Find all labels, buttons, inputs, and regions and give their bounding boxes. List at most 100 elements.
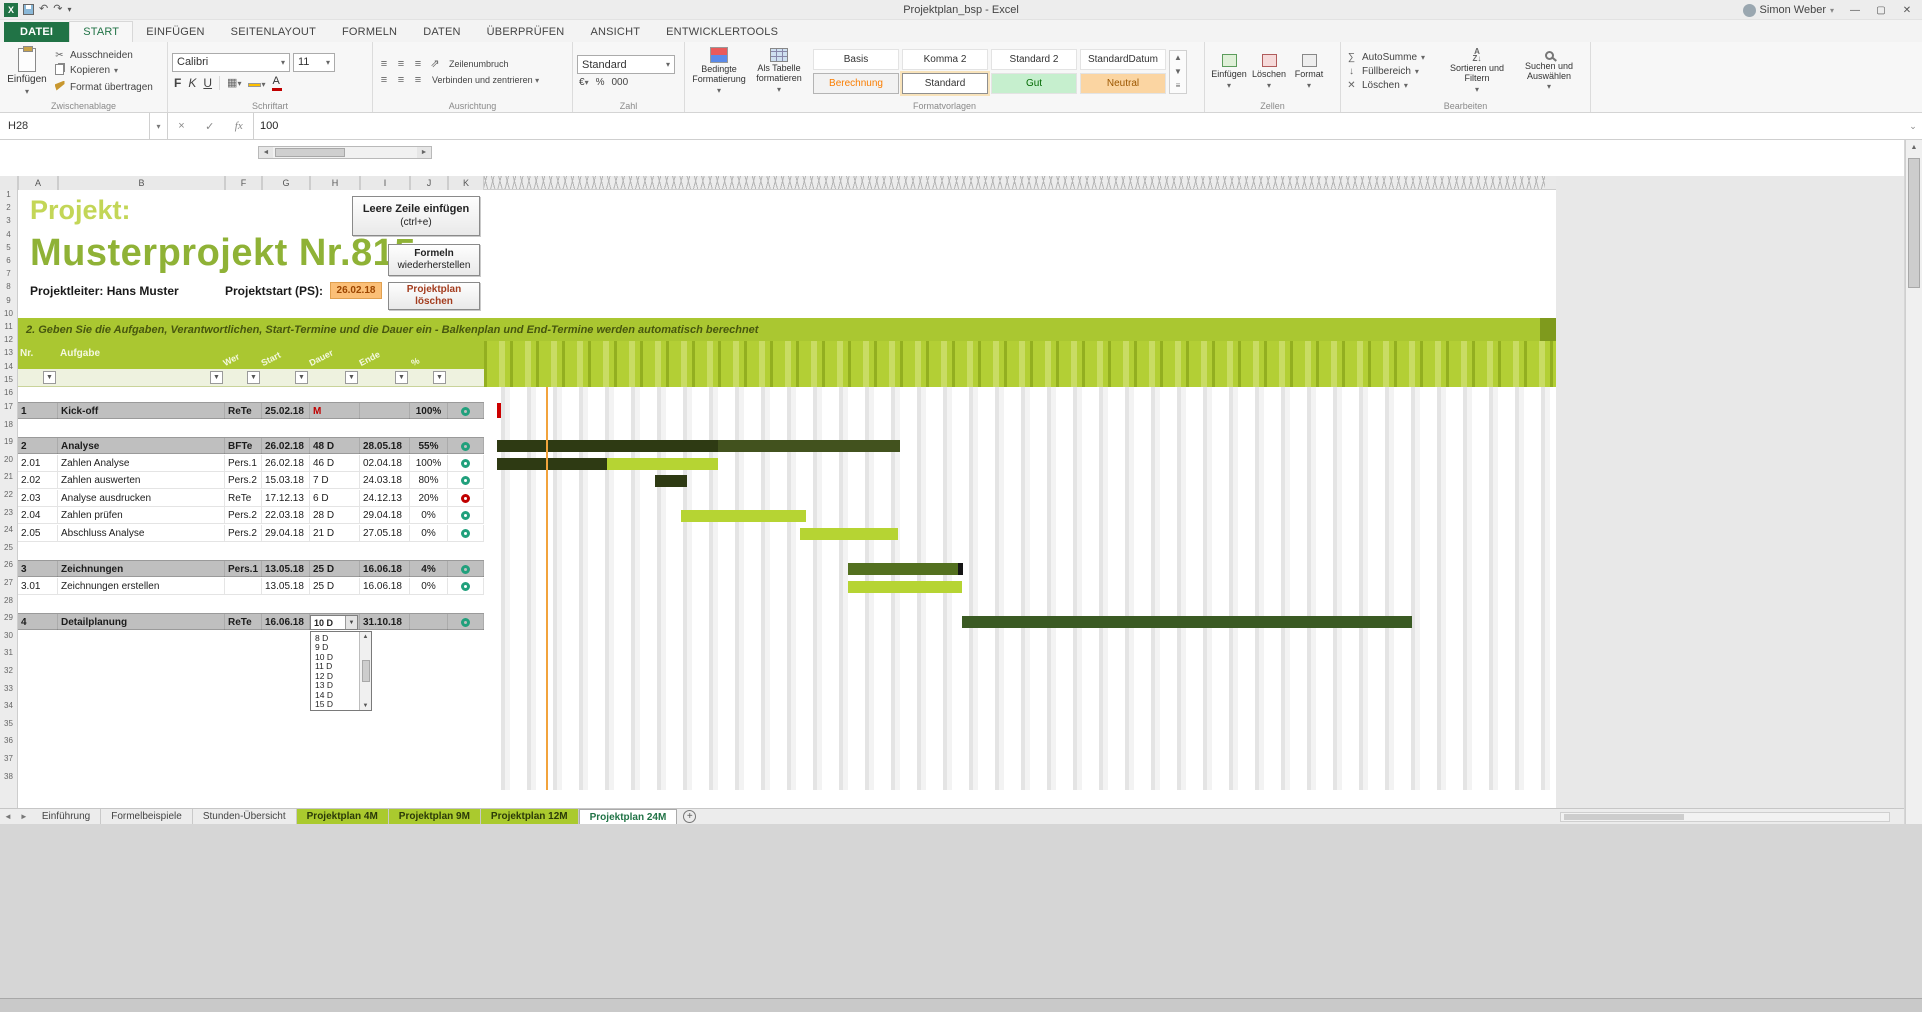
scroll-down-icon[interactable]: ▼: [363, 701, 369, 710]
cell-style-chip[interactable]: Komma 2: [902, 49, 988, 70]
pct-cell[interactable]: 55%: [410, 438, 448, 454]
row-header[interactable]: 32: [0, 666, 17, 675]
pct-cell[interactable]: [410, 614, 448, 630]
sheet-tab-formelbeispiele[interactable]: Formelbeispiele: [101, 809, 193, 825]
column-header-B[interactable]: B: [58, 176, 225, 190]
gantt-bar[interactable]: [800, 528, 898, 540]
new-sheet-button[interactable]: +: [683, 810, 696, 823]
row-header[interactable]: 9: [0, 296, 17, 305]
cell-style-chip[interactable]: Neutral: [1080, 73, 1166, 94]
autosum-button[interactable]: ∑AutoSumme▾: [1345, 52, 1441, 63]
start-cell[interactable]: 16.06.18: [262, 614, 310, 630]
row-header[interactable]: 18: [0, 420, 17, 429]
start-cell[interactable]: 15.03.18: [262, 472, 310, 488]
nr-cell[interactable]: 2.03: [18, 490, 58, 506]
filter-dropdown-icon[interactable]: ▼: [433, 371, 446, 384]
scrollbar-thumb[interactable]: [1564, 814, 1684, 820]
select-all-corner[interactable]: [0, 176, 18, 190]
nr-cell[interactable]: 1: [18, 403, 58, 419]
start-cell[interactable]: 25.02.18: [262, 403, 310, 419]
worksheet[interactable]: ◄ ► ABFGHIJK 123456789101112131415161718…: [0, 140, 1904, 808]
gantt-bar[interactable]: [958, 563, 963, 575]
cell-style-chip[interactable]: Standard 2: [991, 49, 1077, 70]
row-header[interactable]: 15: [0, 375, 17, 384]
sheet-tab-stunden-übersicht[interactable]: Stunden-Übersicht: [193, 809, 297, 825]
table-row[interactable]: 3.01Zeichnungen erstellen13.05.1825 D16.…: [18, 578, 484, 595]
row-header[interactable]: 5: [0, 243, 17, 252]
format-as-table-button[interactable]: Als Tabelle formatieren▾: [749, 45, 809, 98]
dauer-cell[interactable]: 6 D: [310, 490, 360, 506]
align-top-icon[interactable]: ≡: [377, 58, 391, 70]
pct-cell[interactable]: 0%: [410, 578, 448, 594]
filter-dropdown-icon[interactable]: ▼: [210, 371, 223, 384]
ribbon-tab-seitenlayout[interactable]: SEITENLAYOUT: [218, 22, 329, 42]
task-cell[interactable]: Analyse ausdrucken: [58, 490, 225, 506]
font-color-button[interactable]: A: [272, 75, 282, 91]
gallery-up-icon[interactable]: ▲: [1170, 51, 1186, 65]
nr-cell[interactable]: 3.01: [18, 578, 58, 594]
dropdown-item[interactable]: 11 D: [311, 662, 359, 672]
ende-cell[interactable]: 24.12.13: [360, 490, 410, 506]
row-header[interactable]: 1: [0, 190, 17, 199]
column-header-A[interactable]: A: [18, 176, 58, 190]
table-row[interactable]: 2.02Zahlen auswertenPers.215.03.187 D24.…: [18, 472, 484, 489]
merge-center-button[interactable]: Verbinden und zentrieren ▾: [432, 75, 539, 85]
gallery-down-icon[interactable]: ▼: [1170, 65, 1186, 79]
task-cell[interactable]: Kick-off: [58, 403, 225, 419]
row-header[interactable]: 26: [0, 560, 17, 569]
dauer-cell[interactable]: 25 D: [310, 578, 360, 594]
scroll-up-icon[interactable]: ▲: [1906, 140, 1922, 154]
pct-cell[interactable]: 4%: [410, 561, 448, 577]
save-icon[interactable]: [23, 4, 34, 15]
dropdown-item[interactable]: 14 D: [311, 690, 359, 700]
gantt-bar[interactable]: [681, 510, 806, 522]
minimize-button[interactable]: —: [1842, 1, 1868, 19]
pct-cell[interactable]: 100%: [410, 455, 448, 471]
dropdown-item[interactable]: 12 D: [311, 671, 359, 681]
formula-input[interactable]: 100: [254, 113, 1904, 139]
table-row[interactable]: 2AnalyseBFTe26.02.1848 D28.05.1855%: [18, 437, 484, 454]
nr-cell[interactable]: 4: [18, 614, 58, 630]
ende-cell[interactable]: 02.04.18: [360, 455, 410, 471]
font-size-select[interactable]: 11▾: [293, 53, 335, 72]
column-header-F[interactable]: F: [225, 176, 262, 190]
row-header[interactable]: 10: [0, 309, 17, 318]
find-select-button[interactable]: Suchen und Auswählen▾: [1513, 45, 1585, 98]
row-header[interactable]: 24: [0, 525, 17, 534]
bold-button[interactable]: F: [174, 76, 181, 90]
row-header[interactable]: 23: [0, 508, 17, 517]
gantt-bar[interactable]: [718, 440, 900, 452]
align-middle-icon[interactable]: ≡: [394, 58, 408, 70]
pct-cell[interactable]: 20%: [410, 490, 448, 506]
gantt-bar[interactable]: [497, 440, 718, 452]
gantt-bar[interactable]: [655, 475, 687, 487]
row-header[interactable]: 34: [0, 701, 17, 710]
redo-icon[interactable]: ↷: [53, 4, 62, 15]
ribbon-tab-start[interactable]: START: [69, 21, 133, 42]
sheet-tab-projektplan-9m[interactable]: Projektplan 9M: [389, 809, 481, 825]
delete-cells-button[interactable]: Löschen▾: [1249, 45, 1289, 98]
format-cells-button[interactable]: Format▾: [1289, 45, 1329, 98]
column-header-K[interactable]: K: [448, 176, 484, 190]
row-header[interactable]: 29: [0, 613, 17, 622]
align-right-icon[interactable]: ≡: [411, 74, 425, 86]
account-button[interactable]: Simon Weber ▾: [1743, 4, 1834, 17]
conditional-formatting-button[interactable]: Bedingte Formatierung▾: [689, 45, 749, 98]
scrollbar-thumb[interactable]: [1908, 158, 1920, 288]
row-header[interactable]: 37: [0, 754, 17, 763]
name-box-dropdown-icon[interactable]: ▾: [150, 113, 168, 139]
row-header[interactable]: 14: [0, 362, 17, 371]
column-header-H[interactable]: H: [310, 176, 360, 190]
task-cell[interactable]: Zeichnungen: [58, 561, 225, 577]
start-cell[interactable]: 13.05.18: [262, 578, 310, 594]
ende-cell[interactable]: 24.03.18: [360, 472, 410, 488]
dauer-cell[interactable]: 46 D: [310, 455, 360, 471]
copy-button[interactable]: Kopieren▾: [53, 64, 153, 78]
gallery-more-icon[interactable]: ≡: [1170, 79, 1186, 93]
row-header[interactable]: 17: [0, 402, 17, 411]
column-header-J[interactable]: J: [410, 176, 448, 190]
dropdown-item[interactable]: 9 D: [311, 643, 359, 653]
qat-customize-icon[interactable]: ▾: [67, 6, 71, 14]
ende-cell[interactable]: 16.06.18: [360, 578, 410, 594]
gantt-bar[interactable]: [497, 458, 607, 470]
